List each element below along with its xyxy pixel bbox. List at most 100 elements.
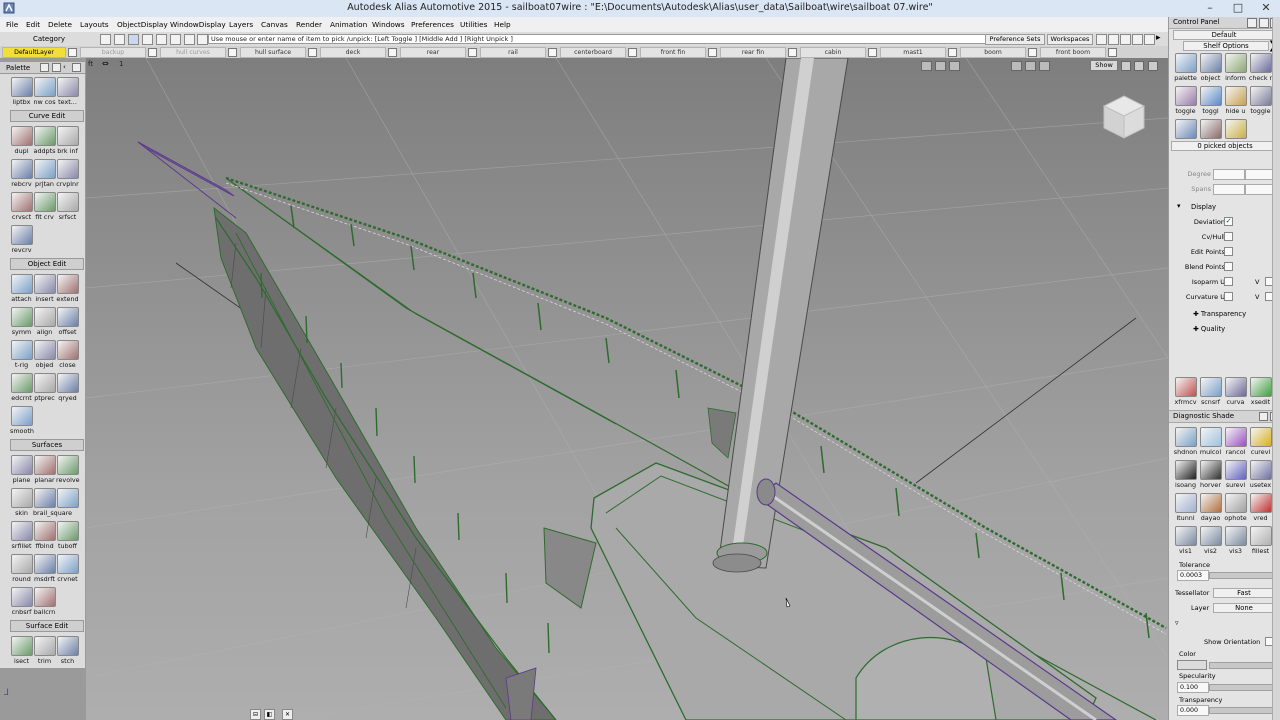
- tool-blank[interactable]: [56, 486, 79, 519]
- tool-vis3[interactable]: vis3: [1223, 524, 1248, 557]
- tool-smooth[interactable]: smooth: [10, 404, 34, 437]
- pick-nothing-icon[interactable]: [197, 34, 208, 45]
- degree-field[interactable]: [1213, 169, 1245, 180]
- layer-mast1[interactable]: mast1: [880, 47, 946, 58]
- workspace-icon-e[interactable]: [1144, 34, 1155, 45]
- chevron-right-icon[interactable]: ▸: [1156, 33, 1161, 43]
- tool-curva[interactable]: curva: [1223, 375, 1248, 408]
- tool-hide-u[interactable]: hide u: [1223, 84, 1248, 117]
- tool-prjtan[interactable]: prjtan: [33, 157, 56, 190]
- layer-visibility-checkbox[interactable]: [388, 48, 397, 57]
- maximize-view-icon[interactable]: ⇔: [102, 60, 112, 68]
- tool-plane[interactable]: plane: [10, 453, 33, 486]
- maximize-button[interactable]: □: [1224, 0, 1252, 16]
- tessellator-dropdown[interactable]: Fast: [1213, 588, 1275, 598]
- tool-trim[interactable]: trim: [33, 634, 56, 667]
- menu-edit[interactable]: Edit: [26, 20, 40, 29]
- view-track-icon[interactable]: [935, 61, 946, 71]
- tool-vred[interactable]: vred: [1248, 491, 1273, 524]
- layer-visibility-checkbox[interactable]: [228, 48, 237, 57]
- tool-curevl[interactable]: curevl: [1248, 425, 1273, 458]
- tool-planar[interactable]: planar: [33, 453, 56, 486]
- menu-windows[interactable]: Windows: [372, 20, 405, 29]
- palette-close-icon[interactable]: [72, 63, 81, 72]
- tool-liptbx[interactable]: liptbx: [10, 75, 33, 108]
- tool-nw-cos[interactable]: nw cos: [33, 75, 56, 108]
- panel-dock-icon[interactable]: [1259, 18, 1269, 28]
- tool-rancol[interactable]: rancol: [1223, 425, 1248, 458]
- viewcube-icon[interactable]: [1098, 90, 1150, 142]
- shelf-options-dropdown[interactable]: Shelf Options: [1183, 41, 1269, 51]
- tool-msdrft[interactable]: msdrft: [33, 552, 56, 585]
- menu-canvas[interactable]: Canvas: [261, 20, 288, 29]
- layer-front-fin[interactable]: front fin: [640, 47, 706, 58]
- viewport-close-icon[interactable]: [1148, 61, 1158, 71]
- tool-rebcrv[interactable]: rebcrv: [10, 157, 33, 190]
- close-button[interactable]: ✕: [1252, 0, 1280, 16]
- menu-layers[interactable]: Layers: [229, 20, 253, 29]
- control-panel-scrollbar[interactable]: [1272, 17, 1280, 720]
- display-option-checkbox[interactable]: [1224, 247, 1233, 256]
- layer-front-boom[interactable]: front boom: [1040, 47, 1106, 58]
- menu-help[interactable]: Help: [494, 20, 511, 29]
- tool-srfillet[interactable]: srfillet: [10, 519, 33, 552]
- display-option-checkbox[interactable]: [1224, 277, 1233, 286]
- tool-toggle[interactable]: toggle: [1173, 84, 1198, 117]
- tool-symm[interactable]: symm: [10, 305, 33, 338]
- tool-isoang[interactable]: isoang: [1173, 458, 1198, 491]
- layer-deck[interactable]: deck: [320, 47, 386, 58]
- transparency-slider[interactable]: [1209, 707, 1273, 714]
- layer-hull-curves[interactable]: hull curves: [160, 47, 226, 58]
- perspective-viewport[interactable]: ft 1 ⇔ Show: [86, 58, 1168, 720]
- tool-scnsrf[interactable]: scnsrf: [1198, 375, 1223, 408]
- tool-shdnon[interactable]: shdnon: [1173, 425, 1198, 458]
- display-expand-icon[interactable]: ▿: [1175, 619, 1179, 627]
- palette-section-surface-edit[interactable]: Surface Edit: [10, 620, 84, 632]
- tool-vis2[interactable]: vis2: [1198, 524, 1223, 557]
- layer-visibility-checkbox[interactable]: [68, 48, 77, 57]
- menu-windowdisplay[interactable]: WindowDisplay: [170, 20, 226, 29]
- tool-check-r[interactable]: check r: [1248, 51, 1273, 84]
- minimize-button[interactable]: –: [1196, 0, 1224, 16]
- hull-side-surface[interactable]: [213, 206, 557, 720]
- pick-object-icon[interactable]: [156, 34, 167, 45]
- front-fin[interactable]: [543, 527, 597, 609]
- tool-usetex[interactable]: usetex: [1248, 458, 1273, 491]
- tolerance-field[interactable]: 0.0003: [1177, 570, 1209, 581]
- display-collapse-icon[interactable]: ▾: [1177, 202, 1181, 210]
- layer-visibility-checkbox[interactable]: [1028, 48, 1037, 57]
- pick-point-icon[interactable]: [114, 34, 125, 45]
- display-option-checkbox[interactable]: [1224, 262, 1233, 271]
- workspace-icon-b[interactable]: [1108, 34, 1119, 45]
- tool-insert[interactable]: insert: [33, 272, 56, 305]
- viewport-option-icon[interactable]: [1121, 61, 1131, 71]
- palette-section-surfaces[interactable]: Surfaces: [10, 439, 84, 451]
- palette-section-object-edit[interactable]: Object Edit: [10, 258, 84, 270]
- layer-rear-fin[interactable]: rear fin: [720, 47, 786, 58]
- menu-objectdisplay[interactable]: ObjectDisplay: [117, 20, 168, 29]
- menu-file[interactable]: File: [6, 20, 18, 29]
- spans-field[interactable]: [1213, 184, 1245, 195]
- tool-objed[interactable]: objed: [33, 338, 56, 371]
- palette-section-curve-edit[interactable]: Curve Edit: [10, 110, 84, 122]
- tool-crvplnr[interactable]: crvplnr: [56, 157, 79, 190]
- layer-visibility-checkbox[interactable]: [628, 48, 637, 57]
- tool-fit-crv[interactable]: fit crv: [33, 190, 56, 223]
- tool-extend[interactable]: extend: [56, 272, 79, 305]
- menu-render[interactable]: Render: [296, 20, 322, 29]
- tool-isect[interactable]: isect: [10, 634, 33, 667]
- layer-visibility-checkbox[interactable]: [548, 48, 557, 57]
- tool-xfrmcv[interactable]: xfrmcv: [1173, 375, 1198, 408]
- tool-addpts[interactable]: addpts: [33, 124, 56, 157]
- layer-backup[interactable]: backup: [80, 47, 146, 58]
- layer-visibility-checkbox[interactable]: [308, 48, 317, 57]
- bottom-close-icon[interactable]: ✕: [282, 709, 293, 720]
- view-move-icon[interactable]: [1039, 61, 1050, 71]
- tool-brk-inf[interactable]: brk inf: [56, 124, 79, 157]
- view-zoom-icon[interactable]: [949, 61, 960, 71]
- pick-surface-icon[interactable]: [142, 34, 153, 45]
- color-swatch[interactable]: [1177, 660, 1207, 670]
- layer-visibility-checkbox[interactable]: [788, 48, 797, 57]
- tool-round[interactable]: round: [10, 552, 33, 585]
- bottom-options-icon[interactable]: ⊟: [250, 709, 261, 720]
